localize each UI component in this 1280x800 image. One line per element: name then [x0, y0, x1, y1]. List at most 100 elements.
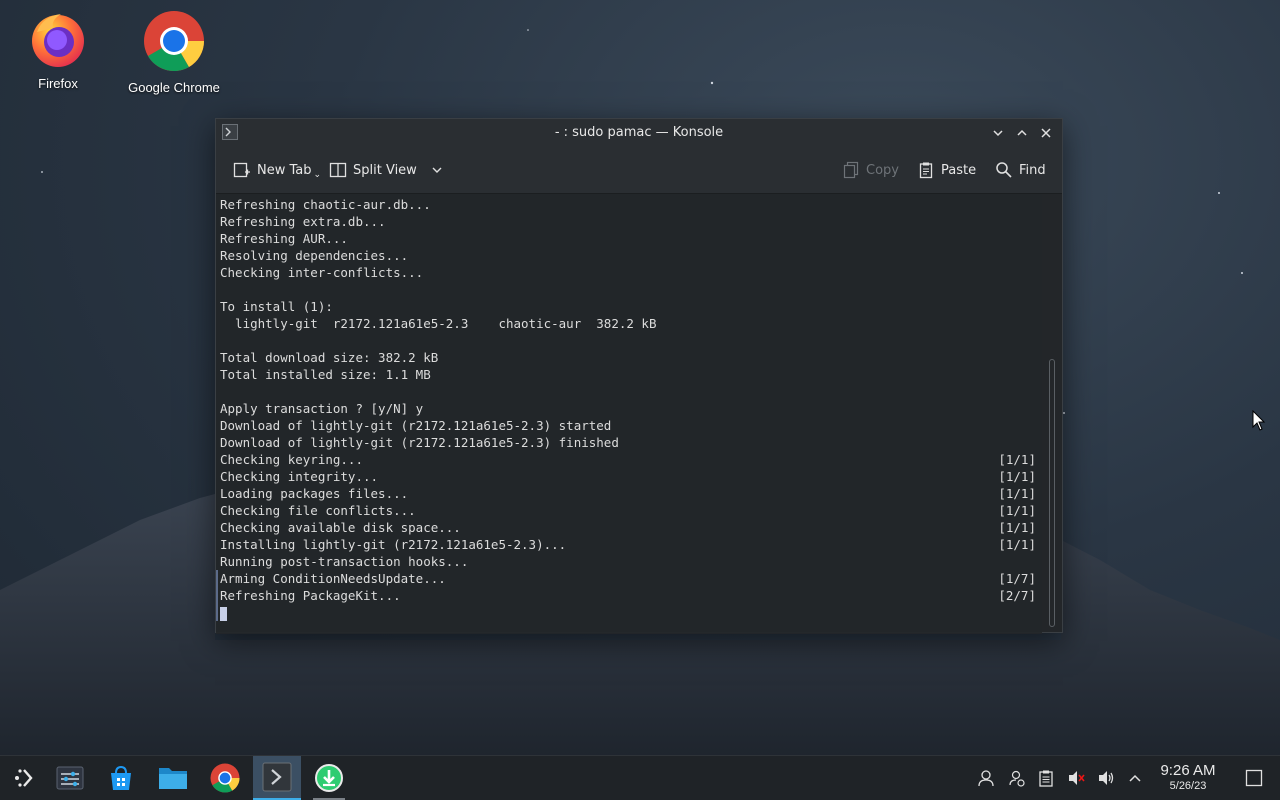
copy-label: Copy — [866, 162, 899, 178]
terminal-line-text: Checking integrity... — [220, 469, 379, 484]
window-titlebar[interactable]: - : sudo pamac — Konsole — [216, 119, 1062, 147]
tray-volume[interactable] — [1096, 768, 1116, 788]
terminal-output[interactable]: Refreshing chaotic-aur.db... Refreshing e… — [216, 194, 1042, 634]
terminal-line-text: Checking available disk space... — [220, 520, 461, 535]
terminal-line: Download of lightly-git (r2172.121a61e5-… — [216, 417, 1042, 434]
terminal-line: Resolving dependencies... — [216, 247, 1042, 264]
desktop-icon-label: Google Chrome — [128, 80, 220, 95]
terminal-line: Total download size: 382.2 kB — [216, 349, 1042, 366]
tray-expand[interactable] — [1125, 768, 1145, 788]
split-view-icon — [329, 162, 347, 178]
close-icon — [1041, 128, 1051, 138]
taskbar-konsole[interactable] — [253, 756, 301, 800]
user-icon — [978, 770, 994, 787]
tray-user[interactable] — [976, 768, 996, 788]
taskbar: 9:26 AM 5/26/23 — [0, 755, 1280, 800]
chevron-up-icon — [1129, 774, 1141, 782]
maximize-button[interactable] — [1012, 123, 1032, 143]
chevron-down-icon — [993, 130, 1003, 137]
terminal-line-text: Refreshing chaotic-aur.db... — [220, 197, 431, 212]
terminal-line-progress: [1/7] — [998, 571, 1036, 586]
paste-icon — [919, 162, 933, 179]
konsole-toolbar: New Tab ⌄ Split View Copy Paste Find — [216, 147, 1062, 194]
tray-clipboard[interactable] — [1036, 768, 1056, 788]
close-button[interactable] — [1036, 123, 1056, 143]
paste-button[interactable]: Paste — [917, 159, 976, 181]
find-label: Find — [1019, 162, 1046, 178]
split-view-label: Split View — [353, 162, 417, 178]
new-tab-button[interactable]: New Tab ⌄ — [233, 159, 321, 181]
terminal-line: Installing lightly-git (r2172.121a61e5-2… — [216, 536, 1042, 553]
terminal-line-text: Total installed size: 1.1 MB — [220, 367, 431, 382]
terminal-line-text: lightly-git r2172.121a61e5-2.3 chaotic-a… — [220, 316, 657, 331]
desktop-icon-firefox[interactable]: Firefox — [3, 10, 113, 91]
download-icon — [315, 764, 343, 792]
show-desktop-icon — [1245, 769, 1263, 787]
terminal-line: Download of lightly-git (r2172.121a61e5-… — [216, 434, 1042, 451]
terminal-line: Checking available disk space... [1/1] — [216, 519, 1042, 536]
terminal-line-text: Installing lightly-git (r2172.121a61e5-2… — [220, 537, 567, 552]
terminal-line: Total installed size: 1.1 MB — [216, 366, 1042, 383]
terminal-line: Checking inter-conflicts... — [216, 264, 1042, 281]
show-desktop-button[interactable] — [1244, 768, 1264, 788]
scrollbar-handle[interactable] — [1049, 359, 1055, 627]
terminal-line-text: Checking file conflicts... — [220, 503, 416, 518]
terminal-line-text: To install (1): — [220, 299, 333, 314]
terminal-line: lightly-git r2172.121a61e5-2.3 chaotic-a… — [216, 315, 1042, 332]
terminal-line: Checking integrity... [1/1] — [216, 468, 1042, 485]
volume-icon — [1099, 771, 1114, 785]
terminal-line-progress: [1/1] — [998, 520, 1036, 535]
chrome-icon — [210, 763, 240, 793]
copy-button[interactable]: Copy — [842, 159, 899, 181]
terminal-line-progress: [1/1] — [998, 486, 1036, 501]
terminal-line-text: Checking keyring... — [220, 452, 363, 467]
chrome-icon — [144, 11, 204, 72]
tray-volume-muted[interactable] — [1066, 768, 1086, 788]
taskbar-discover[interactable] — [97, 756, 145, 800]
new-tab-dropdown-indicator: ⌄ — [313, 170, 322, 180]
terminal-line-text: Download of lightly-git (r2172.121a61e5-… — [220, 418, 612, 433]
terminal-scrollbar[interactable] — [1042, 194, 1062, 632]
terminal-line: Refreshing AUR... — [216, 230, 1042, 247]
konsole-window[interactable]: - : sudo pamac — Konsole New Tab ⌄ Split… — [215, 118, 1063, 634]
terminal-icon — [262, 762, 292, 792]
terminal-line-text: Refreshing PackageKit... — [220, 588, 401, 603]
paste-label: Paste — [941, 162, 977, 178]
terminal-line-progress: [2/7] — [998, 588, 1036, 603]
taskbar-system-settings[interactable] — [46, 756, 94, 800]
terminal-line-text: Loading packages files... — [220, 486, 409, 501]
taskbar-file-manager[interactable] — [149, 756, 197, 800]
desktop-icon-google-chrome[interactable]: Google Chrome — [119, 10, 229, 95]
terminal-line-progress: [1/1] — [998, 452, 1036, 467]
taskbar-app-launcher[interactable] — [0, 756, 48, 800]
terminal-line-text: Running post-transaction hooks... — [220, 554, 469, 569]
split-view-button[interactable]: Split View — [329, 159, 443, 181]
terminal-line: Arming ConditionNeedsUpdate... [1/7] — [216, 570, 1042, 587]
terminal-line-text: Refreshing extra.db... — [220, 214, 386, 229]
taskbar-google-chrome[interactable] — [201, 756, 249, 800]
terminal-line: Checking file conflicts... [1/1] — [216, 502, 1042, 519]
terminal-line: Running post-transaction hooks... — [216, 553, 1042, 570]
search-icon — [996, 162, 1012, 178]
chevron-down-icon — [432, 167, 442, 173]
terminal-line: Loading packages files... [1/1] — [216, 485, 1042, 502]
find-button[interactable]: Find — [995, 159, 1046, 181]
terminal-line: Refreshing PackageKit... [2/7] — [216, 587, 1042, 604]
terminal-line-text: Checking inter-conflicts... — [220, 265, 424, 280]
clipboard-icon — [1039, 770, 1053, 787]
kde-launcher-icon — [15, 769, 33, 787]
terminal-cursor — [220, 606, 227, 621]
user-switch-icon — [1009, 770, 1025, 787]
minimize-button[interactable] — [988, 123, 1008, 143]
taskbar-pamac[interactable] — [305, 756, 353, 800]
terminal-line: Checking keyring... [1/1] — [216, 451, 1042, 468]
taskbar-clock[interactable]: 9:26 AM 5/26/23 — [1152, 762, 1224, 793]
folder-icon — [159, 768, 187, 789]
firefox-icon — [32, 14, 84, 67]
volume-muted-icon — [1069, 771, 1085, 785]
terminal-line: Refreshing chaotic-aur.db... — [216, 196, 1042, 213]
terminal-line: To install (1): — [216, 298, 1042, 315]
tray-user-switch[interactable] — [1007, 768, 1027, 788]
